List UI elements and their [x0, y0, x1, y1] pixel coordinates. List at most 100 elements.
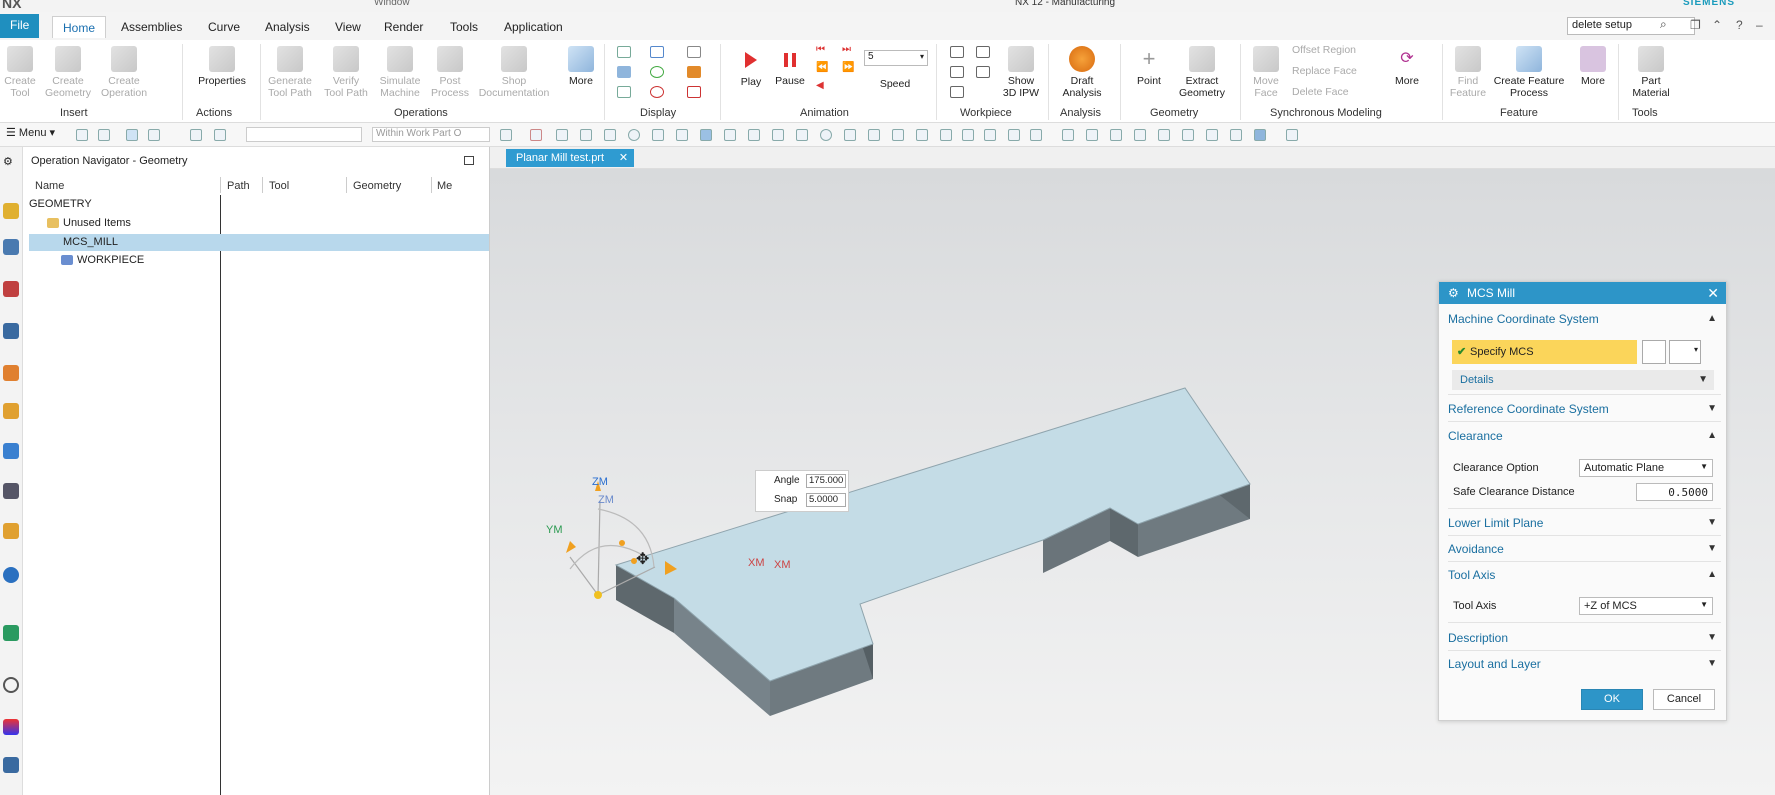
menu-button[interactable]: ☰ Menu ▾ [6, 126, 55, 139]
workpiece-icon-5[interactable] [976, 66, 990, 78]
feature-more-button[interactable]: More [1576, 46, 1610, 87]
tab-render[interactable]: Render [374, 16, 433, 38]
rewind-icon[interactable]: ◀ [816, 80, 830, 92]
tab-assemblies[interactable]: Assemblies [111, 16, 192, 38]
pause-button[interactable]: Pause [772, 46, 808, 87]
snap-icon[interactable] [1030, 129, 1042, 141]
minimize-icon[interactable]: – [1756, 18, 1763, 32]
safe-clearance-distance-input[interactable]: 0.5000 [1636, 483, 1713, 501]
view-icon[interactable] [1086, 129, 1098, 141]
section-layout-and-layer[interactable]: Layout and Layer ▼ [1448, 654, 1721, 674]
tool-axis-select[interactable]: +Z of MCS ▼ [1579, 597, 1713, 615]
display-icon-8[interactable] [687, 66, 701, 78]
workpiece-icon-2[interactable] [950, 66, 964, 78]
details-expander[interactable]: Details ▼ [1452, 370, 1714, 390]
restore-window-icon[interactable]: ❐ [1690, 18, 1701, 32]
tree-row-mcs-mill[interactable]: MCS_MILL [29, 234, 489, 251]
show-3d-ipw-button[interactable]: Show 3D IPW [998, 46, 1044, 99]
navigator-icon[interactable] [3, 239, 19, 255]
type-filter-select[interactable] [246, 127, 362, 142]
view-icon[interactable] [1158, 129, 1170, 141]
snap-icon[interactable] [580, 129, 592, 141]
close-icon[interactable]: ✕ [1707, 282, 1719, 304]
properties-button[interactable]: Properties [194, 46, 250, 87]
part-material-button[interactable]: Part Material [1626, 46, 1676, 99]
snap-icon[interactable] [772, 129, 784, 141]
tab-analysis[interactable]: Analysis [255, 16, 320, 38]
create-feature-process-button[interactable]: Create Feature Process [1490, 46, 1568, 99]
snap-icon[interactable] [530, 129, 542, 141]
settings-icon[interactable]: ⚙ [3, 155, 19, 171]
snap-icon[interactable] [796, 129, 808, 141]
snap-icon[interactable] [984, 129, 996, 141]
snap-icon[interactable] [820, 129, 832, 141]
clearance-option-select[interactable]: Automatic Plane ▼ [1579, 459, 1713, 477]
navigator-icon[interactable] [3, 483, 19, 499]
post-process-button[interactable]: Post Process [428, 46, 472, 99]
display-icon-9[interactable] [687, 86, 701, 98]
step-back-icon[interactable]: ⏪ [816, 62, 830, 74]
select-icon[interactable] [126, 129, 138, 141]
snap-icon[interactable] [940, 129, 952, 141]
offset-region-button[interactable]: Offset Region [1292, 44, 1356, 56]
snap-icon[interactable] [628, 129, 640, 141]
select-icon[interactable] [76, 129, 88, 141]
snap-icon[interactable] [892, 129, 904, 141]
section-tool-axis[interactable]: Tool Axis ▲ [1448, 565, 1721, 585]
navigator-icon[interactable] [3, 719, 19, 735]
play-button[interactable]: Play [736, 46, 766, 88]
speed-select[interactable]: 5 ▾ [864, 50, 928, 66]
navigator-icon[interactable] [3, 365, 19, 381]
angle-input[interactable]: 175.000 [806, 474, 846, 488]
maximize-icon[interactable] [464, 156, 474, 165]
display-icon-4[interactable] [650, 46, 664, 58]
display-icon-2[interactable] [617, 66, 631, 78]
tab-home[interactable]: Home [52, 16, 107, 38]
tab-view[interactable]: View [325, 16, 371, 38]
navigator-icon[interactable] [3, 403, 19, 419]
view-icon[interactable] [1206, 129, 1218, 141]
snap-icon[interactable] [724, 129, 736, 141]
tab-curve[interactable]: Curve [198, 16, 250, 38]
replace-face-button[interactable]: Replace Face [1292, 65, 1357, 77]
navigator-icon[interactable] [3, 625, 19, 641]
scope-select[interactable]: Within Work Part O [372, 127, 490, 142]
specify-mcs-row[interactable]: ✔ Specify MCS [1452, 340, 1637, 364]
dialog-title-bar[interactable]: ⚙ MCS Mill ✕ [1439, 282, 1726, 304]
navigator-icon[interactable] [3, 281, 19, 297]
column-geometry[interactable]: Geometry [353, 180, 401, 192]
navigator-icon[interactable] [3, 203, 19, 219]
navigator-icon[interactable] [3, 323, 19, 339]
column-tool[interactable]: Tool [269, 180, 289, 192]
tree-row-workpiece[interactable]: WORKPIECE [61, 252, 144, 269]
step-last-icon[interactable]: ⏭ [842, 44, 856, 56]
view-icon[interactable] [1134, 129, 1146, 141]
create-geometry-button[interactable]: Create Geometry [44, 46, 92, 99]
window-menu[interactable]: Window [374, 0, 410, 8]
shade-icon[interactable] [1254, 129, 1266, 141]
select-icon[interactable] [98, 129, 110, 141]
snap-icon[interactable] [700, 129, 712, 141]
operations-more-button[interactable]: More [566, 46, 596, 87]
gear-icon[interactable]: ⚙ [1448, 282, 1459, 304]
workpiece-icon-4[interactable] [976, 46, 990, 58]
tree-row-unused-items[interactable]: Unused Items [47, 215, 131, 232]
navigator-icon[interactable] [3, 757, 19, 773]
delete-face-button[interactable]: Delete Face [1292, 86, 1349, 98]
snap-icon[interactable] [962, 129, 974, 141]
close-icon[interactable]: ✕ [619, 149, 628, 167]
refresh-icon[interactable] [1110, 129, 1122, 141]
move-face-button[interactable]: Move Face [1248, 46, 1284, 99]
doc-tab-planar-mill[interactable]: Planar Mill test.prt ✕ [506, 149, 635, 167]
help-icon[interactable]: ? [1736, 18, 1743, 32]
section-reference-coordinate-system[interactable]: Reference Coordinate System ▼ [1448, 399, 1721, 419]
column-path[interactable]: Path [227, 180, 250, 192]
tab-tools[interactable]: Tools [440, 16, 488, 38]
view-icon[interactable] [1286, 129, 1298, 141]
snap-input[interactable]: 5.0000 [806, 493, 846, 507]
section-description[interactable]: Description ▼ [1448, 628, 1721, 648]
snap-icon[interactable] [500, 129, 512, 141]
verify-tool-path-button[interactable]: Verify Tool Path [322, 46, 370, 99]
display-icon-3[interactable] [617, 86, 631, 98]
point-button[interactable]: + Point [1132, 46, 1166, 87]
